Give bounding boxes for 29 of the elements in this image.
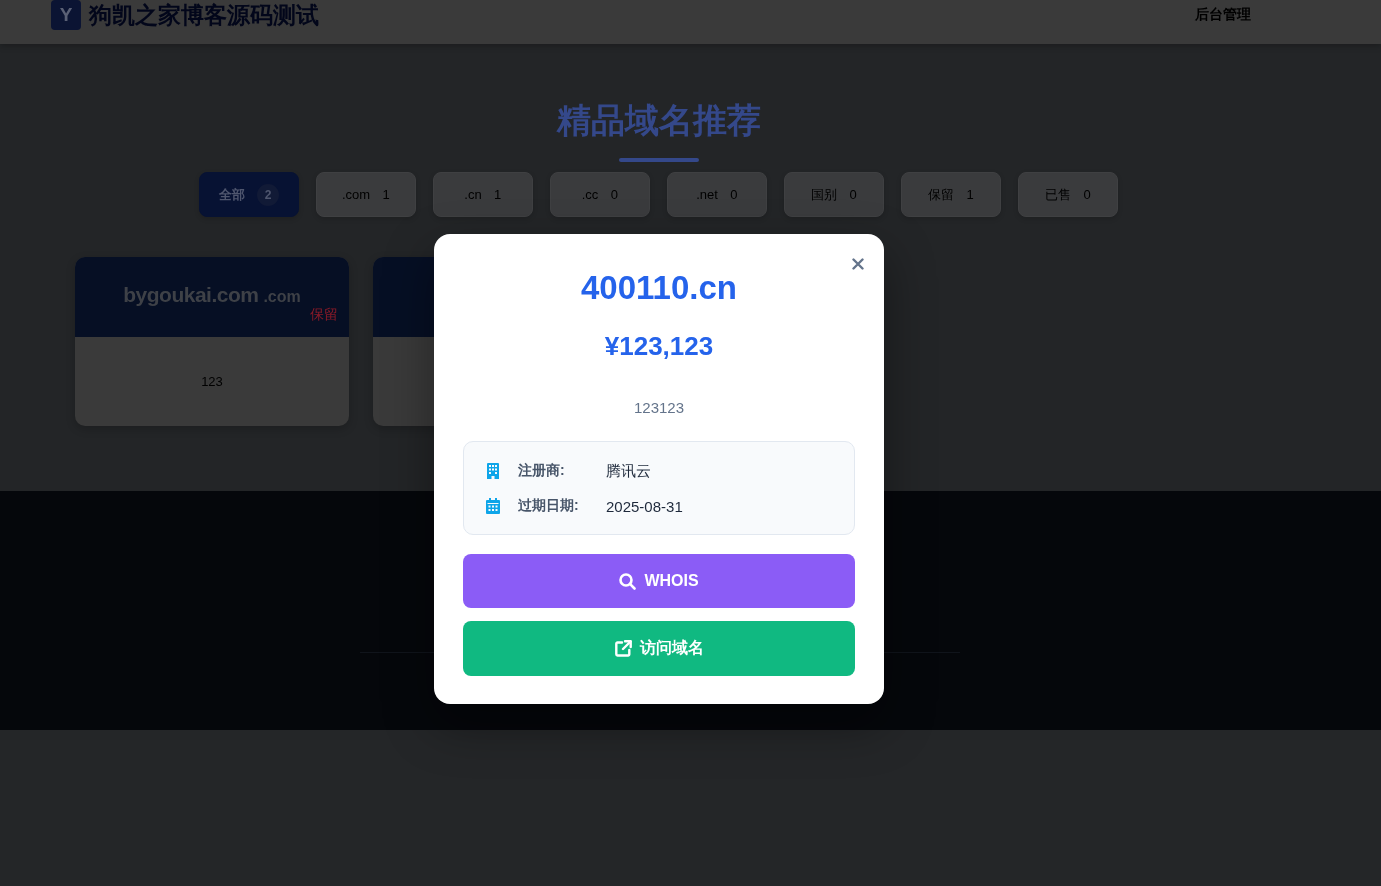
modal-domain: 400110.cn [581, 268, 737, 308]
status-label: 保留 [310, 306, 338, 323]
section-title: 精品域名推荐 [556, 100, 761, 140]
site-logo: Y [51, 0, 81, 30]
filter-tab[interactable]: .net 0 [667, 172, 767, 217]
domain-name: bygoukai.com [123, 283, 259, 307]
admin-link[interactable]: 后台管理 [1195, 5, 1251, 23]
filter-tab[interactable]: 全部 2 [199, 172, 299, 217]
building-icon [487, 463, 499, 479]
detail-value: 腾讯云 [606, 461, 651, 481]
card-description: 123 [201, 374, 223, 389]
detail-label: 注册商: [518, 462, 566, 480]
filter-tab[interactable]: 保留 1 [901, 172, 1001, 217]
calendar-icon [486, 498, 500, 514]
filter-tab[interactable]: .cc 0 [550, 172, 650, 217]
visit-button[interactable]: 访问域名 [463, 621, 855, 676]
search-icon [619, 572, 637, 590]
close-icon [852, 258, 864, 270]
domain-description: 123123 [633, 398, 685, 418]
filter-tab[interactable]: .cn 1 [433, 172, 533, 217]
whois-button[interactable]: WHOIS [463, 554, 855, 608]
domain-price: ¥123,123 [604, 330, 714, 363]
domain-suffix: .com [263, 288, 301, 306]
filter-tab[interactable]: 国别 0 [784, 172, 884, 217]
filter-tab[interactable]: .com 1 [316, 172, 416, 217]
external-link-icon [614, 640, 632, 657]
detail-label: 过期日期: [518, 497, 580, 515]
site-title: 狗凯之家博客源码测试 [89, 1, 319, 30]
detail-value: 2025-08-31 [606, 497, 683, 515]
